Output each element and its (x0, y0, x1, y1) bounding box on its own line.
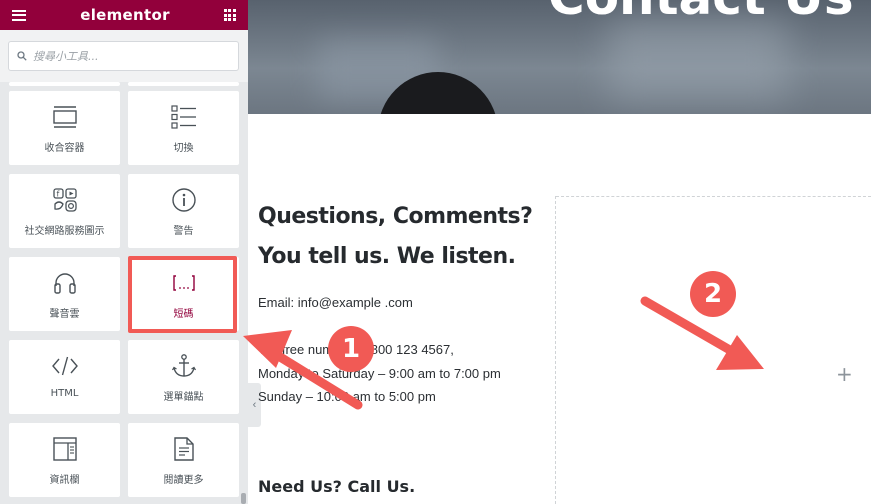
step-badge-1: 1 (328, 326, 374, 372)
step-badge-2: 2 (690, 271, 736, 317)
annotation-arrows (243, 296, 764, 410)
